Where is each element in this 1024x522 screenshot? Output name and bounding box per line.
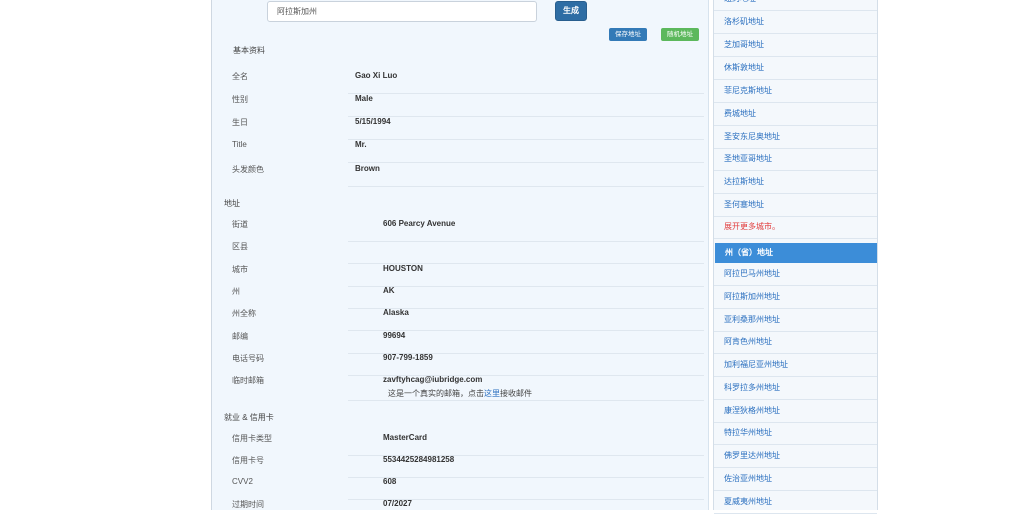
sidebar-state-link[interactable]: 特拉华州地址 [714, 422, 877, 445]
sidebar-state-link[interactable]: 亚利桑那州地址 [714, 309, 877, 332]
row-value: Mr. [355, 140, 367, 149]
row-value: HOUSTON [383, 264, 423, 273]
sidebar-states-header: 州（省）地址 [715, 243, 877, 263]
sidebar-city-link[interactable]: 圣何塞地址 [714, 194, 877, 217]
address-row-state: 州 AK [220, 286, 704, 309]
basic-row-name: 全名 Gao Xi Luo [220, 71, 704, 94]
address-row-state-full: 州全称 Alaska [220, 308, 704, 331]
row-value: 07/2027 [383, 499, 412, 508]
state-search-input[interactable]: 阿拉斯加州 [267, 1, 537, 22]
row-value: Brown [355, 164, 380, 173]
sidebar-state-link[interactable]: 加利福尼亚州地址 [714, 354, 877, 377]
row-label: 城市 [232, 265, 248, 274]
row-label: 信用卡号 [232, 456, 264, 465]
email-note-text: 这是一个真实的邮箱，点击 [388, 389, 484, 398]
section-title-address: 地址 [224, 199, 240, 208]
save-address-button[interactable]: 保存地址 [609, 28, 647, 41]
row-value: 99694 [383, 331, 406, 340]
section-title-employment: 就业 & 信用卡 [224, 413, 274, 422]
section-title-basic: 基本资料 [233, 46, 265, 55]
sidebar-state-link[interactable]: 佐治亚州地址 [714, 468, 877, 491]
sidebar-state-link[interactable]: 佛罗里达州地址 [714, 445, 877, 468]
email-inbox-link[interactable]: 这里 [484, 389, 500, 398]
sidebar-city-link[interactable]: 达拉斯地址 [714, 171, 877, 194]
sidebar-states-panel: 阿拉巴马州地址 阿拉斯加州地址 亚利桑那州地址 阿肯色州地址 加利福尼亚州地址 … [713, 263, 878, 514]
sidebar-city-link[interactable]: 芝加哥地址 [714, 34, 877, 57]
employment-row-card-number: 信用卡号 5534425284981258 [220, 455, 704, 478]
row-value: 5/15/1994 [355, 117, 391, 126]
row-label: 区县 [232, 242, 248, 251]
sidebar-city-link[interactable]: 洛杉矶地址 [714, 11, 877, 34]
sidebar-city-link[interactable]: 休斯敦地址 [714, 57, 877, 80]
address-row-street: 街道 606 Pearcy Avenue [220, 219, 704, 242]
generate-button[interactable]: 生成 [555, 1, 587, 21]
row-divider [348, 400, 704, 401]
sidebar-state-link[interactable]: 阿拉巴马州地址 [714, 263, 877, 286]
row-value: Gao Xi Luo [355, 71, 398, 80]
row-value: 608 [383, 477, 397, 486]
row-value: 907-799-1859 [383, 353, 433, 362]
sidebar-city-link[interactable]: 圣地亚哥地址 [714, 148, 877, 171]
row-label: 临时邮箱 [232, 376, 264, 385]
email-note-tail: 接收邮件 [500, 389, 532, 398]
row-label: 全名 [232, 72, 248, 81]
sidebar-city-link[interactable]: 菲尼克斯地址 [714, 80, 877, 103]
row-label: 头发颜色 [232, 165, 264, 174]
sidebar-city-link[interactable]: 圣安东尼奥地址 [714, 126, 877, 149]
basic-row-hair: 头发颜色 Brown [220, 164, 704, 187]
sidebar-state-link[interactable]: 阿肯色州地址 [714, 331, 877, 354]
row-label: 电话号码 [232, 354, 264, 363]
row-value: zavftyhcag@iubridge.com [383, 375, 483, 384]
employment-row-expiry: 过期时间 07/2027 [220, 499, 704, 522]
email-note: 这是一个真实的邮箱，点击这里接收邮件 [388, 388, 532, 399]
sidebar-city-link[interactable]: 费城地址 [714, 103, 877, 126]
row-value: Alaska [383, 308, 409, 317]
address-row-district: 区县 [220, 241, 704, 264]
row-label: 邮编 [232, 332, 248, 341]
row-divider [348, 186, 704, 187]
row-label: 信用卡类型 [232, 434, 272, 443]
sidebar-state-link[interactable]: 阿拉斯加州地址 [714, 286, 877, 309]
row-label: 州全称 [232, 309, 256, 318]
row-label: 街道 [232, 220, 248, 229]
sidebar-state-link[interactable]: 科罗拉多州地址 [714, 377, 877, 400]
employment-row-cvv: CVV2 608 [220, 477, 704, 500]
address-row-zip: 邮编 99694 [220, 331, 704, 354]
sidebar-state-link[interactable]: 夏威夷州地址 [714, 491, 877, 514]
sidebar-state-link[interactable]: 康涅狄格州地址 [714, 400, 877, 423]
row-label: Title [232, 140, 247, 149]
row-value: AK [383, 286, 395, 295]
row-value: MasterCard [383, 433, 428, 442]
row-divider [348, 162, 704, 163]
basic-row-title: Title Mr. [220, 140, 704, 163]
row-label: 生日 [232, 118, 248, 127]
main-right-border [708, 0, 709, 510]
address-row-city: 城市 HOUSTON [220, 264, 704, 287]
basic-row-gender: 性别 Male [220, 94, 704, 117]
row-value: Male [355, 94, 373, 103]
row-label: 性别 [232, 95, 248, 104]
employment-row-card-type: 信用卡类型 MasterCard [220, 433, 704, 456]
row-value: 5534425284981258 [383, 455, 455, 464]
address-row-phone: 电话号码 907-799-1859 [220, 353, 704, 376]
random-address-button[interactable]: 随机地址 [661, 28, 699, 41]
row-label: 州 [232, 287, 240, 296]
row-label: CVV2 [232, 477, 253, 486]
row-label: 过期时间 [232, 500, 264, 509]
sidebar-more-cities-link[interactable]: 展开更多城市。 [714, 216, 877, 239]
sidebar-city-link[interactable]: 纽约地址 [714, 0, 877, 11]
row-value: 606 Pearcy Avenue [383, 219, 456, 228]
basic-row-birthday: 生日 5/15/1994 [220, 117, 704, 140]
